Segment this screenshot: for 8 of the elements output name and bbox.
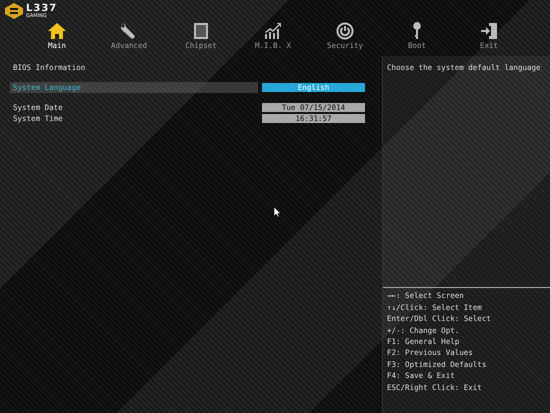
chip-icon	[191, 22, 211, 40]
logo-icon	[5, 3, 23, 19]
power-icon	[335, 22, 355, 40]
house-icon	[47, 22, 67, 40]
chart-icon	[263, 22, 283, 40]
logo-title: L337	[26, 4, 58, 14]
mouse-pointer-icon	[274, 207, 281, 217]
exit-door-icon	[479, 22, 499, 40]
